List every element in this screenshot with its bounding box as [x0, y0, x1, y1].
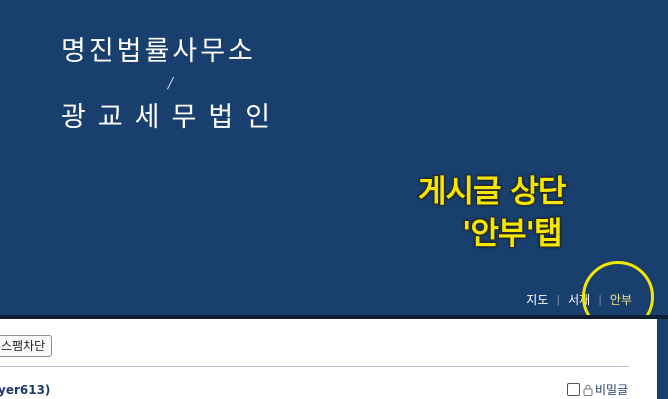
right-gutter — [657, 319, 668, 399]
spam-block-button[interactable]: 스팸차단 — [0, 335, 53, 357]
nav-greeting-link[interactable]: 안부 — [610, 291, 632, 308]
annotation-line-2: '안부'탭 — [462, 216, 563, 252]
annotation-line-1: 게시글 상단 — [418, 174, 566, 210]
nav-library-link[interactable]: 서재 — [568, 291, 590, 308]
secret-post-option: 비밀글 — [567, 381, 628, 398]
content-divider — [0, 366, 629, 367]
nav-map-link[interactable]: 지도 — [526, 291, 548, 308]
firm-name-2[interactable]: 광교세무법인 — [61, 98, 282, 138]
lock-icon — [583, 384, 593, 396]
nav-separator: | — [598, 292, 602, 306]
nav-separator: | — [556, 292, 561, 306]
post-content: 스팸차단 yer613) 비밀글 — [0, 319, 657, 399]
brand-separator: / — [168, 74, 174, 92]
secret-checkbox[interactable] — [567, 383, 580, 396]
blog-header: 명진법률사무소 / 광교세무법인 게시글 상단 '안부'탭 지도 | 서재 | … — [0, 0, 668, 333]
secret-label[interactable]: 비밀글 — [595, 381, 628, 398]
top-nav: 지도 | 서재 | 안부 — [526, 289, 632, 309]
author-id[interactable]: yer613) — [0, 383, 50, 397]
firm-name-1[interactable]: 명진법률사무소 — [61, 32, 256, 72]
